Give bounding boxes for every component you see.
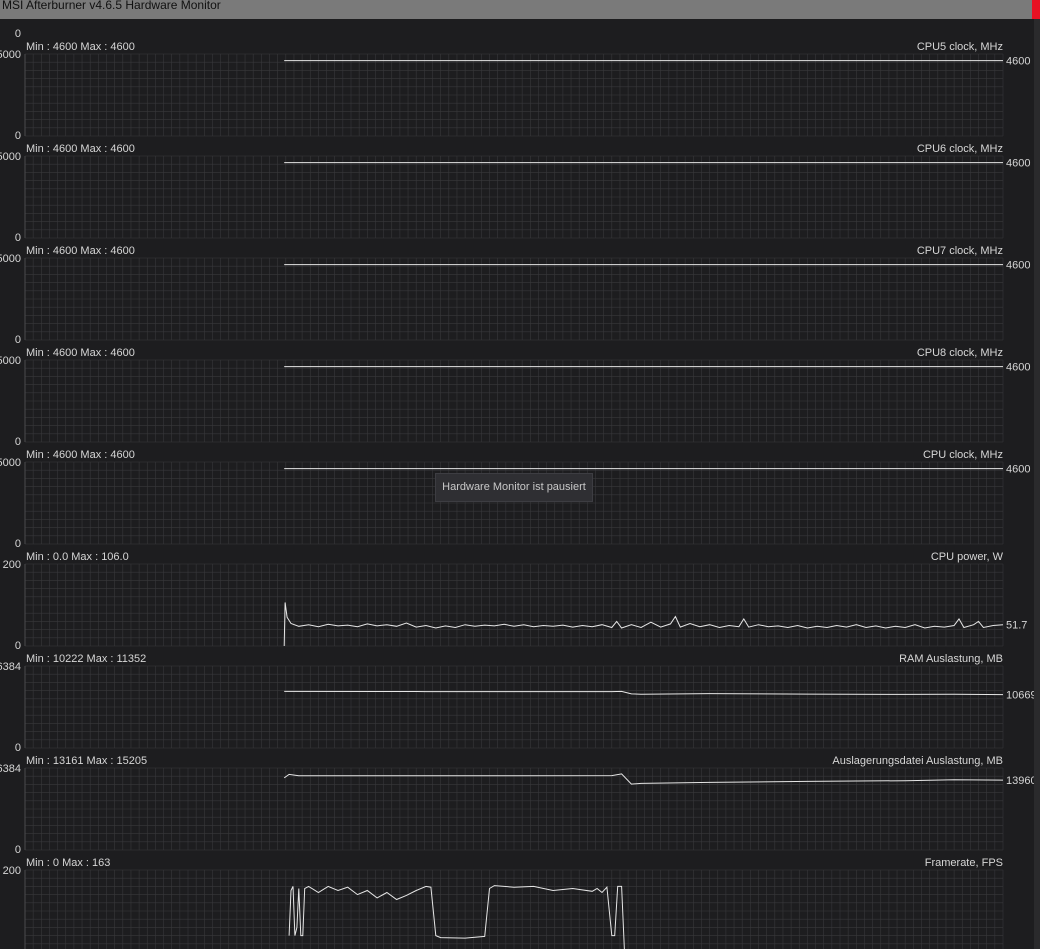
current-value: 4600 [1006,260,1030,272]
y-axis-max-label: 200 [3,865,21,877]
graph-panel-cpu5 [24,53,1004,137]
graph-title: Framerate, FPS [925,857,1003,869]
min-max-label: Min : 4600 Max : 4600 [26,347,135,359]
graph-title: Auslagerungsdatei Auslastung, MB [832,755,1003,767]
y-axis-min-label: 0 [15,742,21,754]
graph-panel-cpu6 [24,155,1004,239]
graph-title: CPU7 clock, MHz [917,245,1003,257]
graph-title: RAM Auslastung, MB [899,653,1003,665]
y-axis-max-label: 5000 [0,457,21,469]
graph-title: CPU clock, MHz [923,449,1003,461]
y-axis-max-label: 16384 [0,763,21,775]
graph-title: CPU power, W [931,551,1004,563]
graph-panel-cpupower [24,563,1004,647]
y-axis-max-label: 5000 [0,49,21,61]
min-max-label: Min : 4600 Max : 4600 [26,41,135,53]
y-axis-min-label: 0 [15,28,21,40]
graph-title: CPU5 clock, MHz [917,41,1003,53]
title-bar: MSI Afterburner v4.6.5 Hardware Monitor [0,0,1040,19]
y-axis-min-label: 0 [15,844,21,856]
min-max-label: Min : 0 Max : 163 [26,857,110,869]
min-max-label: Min : 10222 Max : 11352 [26,653,146,665]
y-axis-min-label: 0 [15,130,21,142]
graph-title: CPU6 clock, MHz [917,143,1003,155]
y-axis-min-label: 0 [15,232,21,244]
current-value: 10669 [1006,690,1034,702]
y-axis-min-label: 0 [15,334,21,346]
window-title: MSI Afterburner v4.6.5 Hardware Monitor [2,0,221,12]
y-axis-max-label: 5000 [0,355,21,367]
min-max-label: Min : 0.0 Max : 106.0 [26,551,129,563]
current-value: 4600 [1006,56,1030,68]
min-max-label: Min : 13161 Max : 15205 [26,755,147,767]
y-axis-min-label: 0 [15,538,21,550]
y-axis-max-label: 5000 [0,253,21,265]
current-value: 4600 [1006,464,1030,476]
graph-panel-fps [24,869,1004,949]
paused-status-message: Hardware Monitor ist pausiert [435,473,593,502]
graph-panel-pagefile [24,767,1004,851]
y-axis-min-label: 0 [15,640,21,652]
y-axis-min-label: 0 [15,436,21,448]
graph-panel-cpu7 [24,257,1004,341]
graph-panel-ram [24,665,1004,749]
current-value: 51.7 [1006,620,1027,632]
current-value: 13960 [1006,775,1034,787]
min-max-label: Min : 4600 Max : 4600 [26,449,135,461]
close-icon[interactable] [1032,0,1040,19]
current-value: 4600 [1006,158,1030,170]
graph-title: CPU8 clock, MHz [917,347,1003,359]
graph-panel-cpu8 [24,359,1004,443]
y-axis-max-label: 5000 [0,151,21,163]
min-max-label: Min : 4600 Max : 4600 [26,245,135,257]
y-axis-max-label: 16384 [0,661,21,673]
current-value: 4600 [1006,362,1030,374]
y-axis-max-label: 200 [3,559,21,571]
min-max-label: Min : 4600 Max : 4600 [26,143,135,155]
scrollbar[interactable] [1034,19,1040,949]
